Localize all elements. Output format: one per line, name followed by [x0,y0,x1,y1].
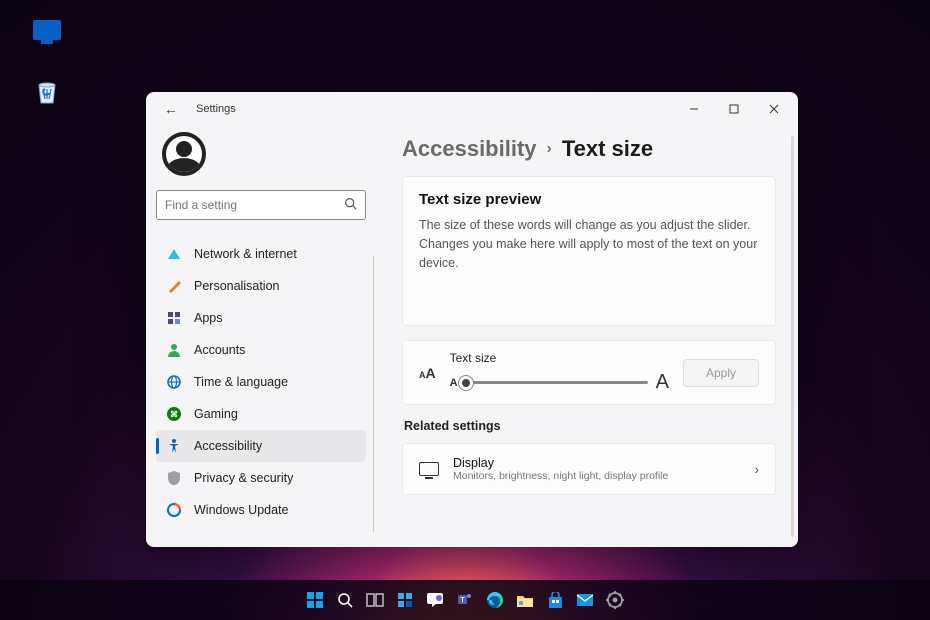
sidebar-item-gaming[interactable]: ⌘ Gaming [156,398,366,430]
sidebar-item-accounts[interactable]: Accounts [156,334,366,366]
nav-list: Network & internet Personalisation Apps Acc… [156,238,366,526]
taskbar-widgets[interactable] [393,588,417,612]
person-icon [166,342,182,358]
related-settings-heading: Related settings [404,419,776,433]
slider-thumb[interactable] [459,376,473,390]
settings-window: ← Settings [146,92,798,547]
sidebar-item-windows-update[interactable]: Windows Update [156,494,366,526]
text-size-icon: AA [419,365,436,381]
breadcrumb-current: Text size [562,136,653,162]
taskbar-search[interactable] [333,588,357,612]
sidebar: Network & internet Personalisation Apps Acc… [146,126,376,547]
breadcrumb-parent[interactable]: Accessibility [402,136,537,162]
display-settings-link[interactable]: Display Monitors, brightness, night ligh… [402,443,776,495]
sidebar-item-label: Time & language [194,375,288,389]
globe-icon [166,374,182,390]
window-controls [674,94,794,124]
display-link-subtitle: Monitors, brightness, night light, displ… [453,470,668,482]
svg-text:⌘: ⌘ [170,410,178,419]
minimize-icon [689,104,699,114]
taskbar-explorer[interactable] [513,588,537,612]
brush-icon [166,278,182,294]
sidebar-item-label: Windows Update [194,503,289,517]
window-title: Settings [196,103,236,115]
close-button[interactable] [754,94,794,124]
search-icon [344,197,357,213]
slider-min-label: A [450,377,458,389]
taskbar-taskview[interactable] [363,588,387,612]
apply-button[interactable]: Apply [683,359,759,387]
sidebar-item-label: Accessibility [194,439,262,453]
text-size-slider-card: AA Text size A A Apply [402,340,776,405]
sidebar-item-label: Network & internet [194,247,297,261]
wifi-icon [166,246,182,262]
avatar-icon[interactable] [162,132,206,176]
desktop: ← Settings [0,0,930,620]
svg-text:T: T [460,597,465,604]
sidebar-item-network-internet[interactable]: Network & internet [156,238,366,270]
preview-body: The size of these words will change as y… [419,216,759,272]
slider-label: Text size [450,351,669,365]
taskbar-chat[interactable] [423,588,447,612]
sidebar-item-personalisation[interactable]: Personalisation [156,270,366,302]
slider-max-label: A [656,371,669,394]
shield-icon [166,470,182,486]
sidebar-item-time-language[interactable]: Time & language [156,366,366,398]
desktop-icon-this-pc[interactable] [22,20,72,40]
maximize-button[interactable] [714,94,754,124]
sidebar-item-privacy-security[interactable]: Privacy & security [156,462,366,494]
game-icon: ⌘ [166,406,182,422]
back-button[interactable]: ← [160,97,182,121]
maximize-icon [729,104,739,114]
start-button[interactable] [303,588,327,612]
display-link-title: Display [453,456,668,470]
taskbar-mail[interactable] [573,588,597,612]
taskbar-settings[interactable] [603,588,627,612]
taskbar-teams[interactable]: T [453,588,477,612]
preview-heading: Text size preview [419,191,759,208]
chevron-right-icon: › [754,461,759,477]
close-icon [769,104,779,114]
desktop-icon-recycle-bin[interactable] [22,75,72,107]
sidebar-item-label: Accounts [194,343,245,357]
access-icon [166,438,182,454]
text-size-slider[interactable] [466,381,648,384]
taskbar: T [0,580,930,620]
text-preview-card: Text size preview The size of these word… [402,176,776,326]
sidebar-item-label: Apps [194,311,223,325]
breadcrumb: Accessibility › Text size [402,136,776,162]
main-content: Accessibility › Text size Text size prev… [376,126,798,547]
monitor-icon [33,20,61,40]
chevron-right-icon: › [547,140,552,158]
taskbar-edge[interactable] [483,588,507,612]
search-input[interactable] [165,198,344,212]
taskbar-store[interactable] [543,588,567,612]
display-icon [419,462,439,476]
sidebar-item-label: Personalisation [194,279,279,293]
search-box[interactable] [156,190,366,220]
recycle-bin-icon [31,75,63,107]
grid-icon [166,310,182,326]
titlebar: ← Settings [146,92,798,126]
sidebar-item-accessibility[interactable]: Accessibility [156,430,366,462]
sidebar-item-label: Privacy & security [194,471,293,485]
scrollbar[interactable] [791,136,794,537]
nav-divider [373,256,374,532]
sidebar-item-label: Gaming [194,407,238,421]
update-icon [166,502,182,518]
minimize-button[interactable] [674,94,714,124]
sidebar-item-apps[interactable]: Apps [156,302,366,334]
